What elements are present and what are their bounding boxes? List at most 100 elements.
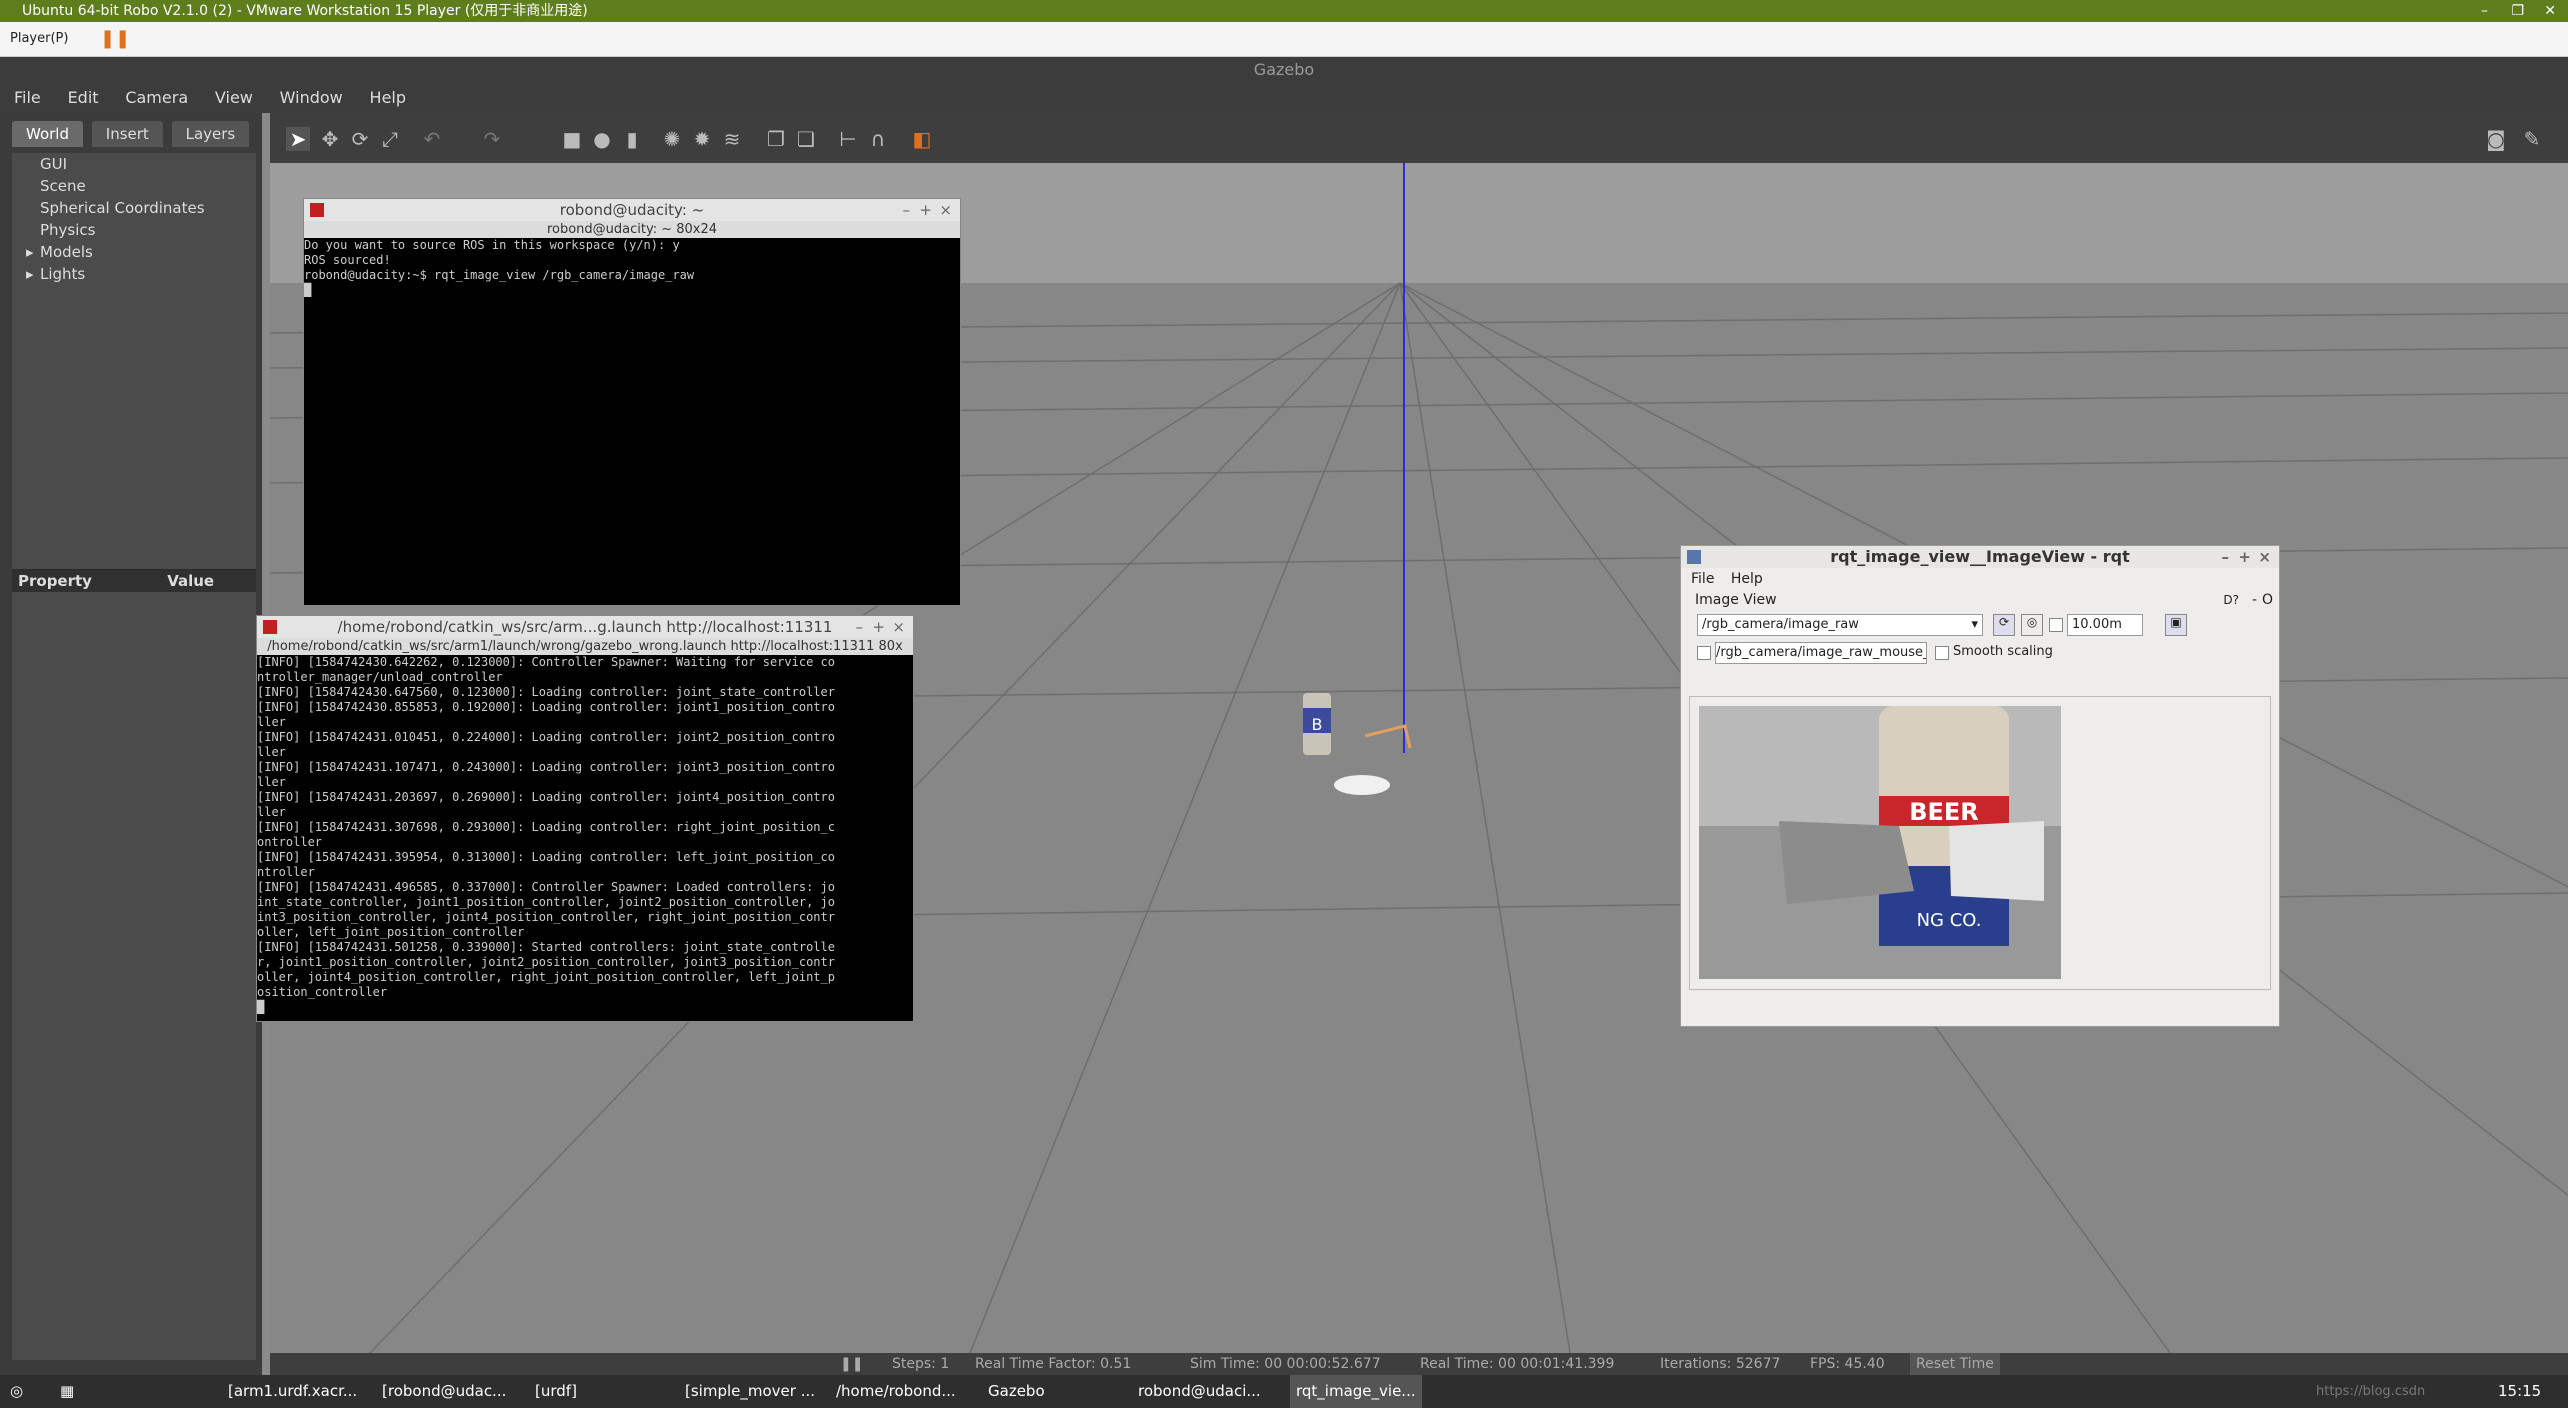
translate-tool-icon[interactable]: ✥ xyxy=(318,127,342,151)
terminal-cursor: █ xyxy=(257,1000,265,1014)
reset-time-button[interactable]: Reset Time xyxy=(1910,1353,2000,1375)
minimize-icon[interactable]: – xyxy=(856,616,864,638)
terminal-line: [INFO] [1584742431.203697, 0.269000]: Lo… xyxy=(257,790,835,804)
snap-icon[interactable]: ∩ xyxy=(866,127,890,151)
save-image-icon[interactable]: ▣ xyxy=(2165,614,2187,636)
rotate-tool-icon[interactable]: ⟳ xyxy=(348,127,372,151)
menu-help[interactable]: Help xyxy=(370,88,406,107)
directional-light-icon[interactable]: ≋ xyxy=(720,127,744,151)
terminal-line: ller xyxy=(257,745,286,759)
status-fps: FPS: 45.40 xyxy=(1810,1356,1885,1372)
timeout-checkbox[interactable] xyxy=(2049,618,2063,632)
minimize-icon[interactable]: – xyxy=(2222,546,2230,568)
select-tool-icon[interactable]: ➤ xyxy=(286,127,310,151)
mouse-publish-checkbox[interactable] xyxy=(1697,646,1711,660)
log-icon[interactable]: ✎ xyxy=(2520,127,2544,151)
paste-icon[interactable]: ❏ xyxy=(794,127,818,151)
taskbar-item[interactable]: [urdf] xyxy=(535,1375,577,1408)
taskbar-item[interactable]: Gazebo xyxy=(988,1375,1045,1408)
point-light-icon[interactable]: ✺ xyxy=(660,127,684,151)
smooth-scaling-checkbox[interactable] xyxy=(1935,646,1949,660)
minimize-icon[interactable]: - xyxy=(2252,590,2257,610)
taskbar-item[interactable]: [robond@udac... xyxy=(382,1375,506,1408)
tab-world[interactable]: World xyxy=(12,121,83,147)
tree-item-spherical[interactable]: Spherical Coordinates xyxy=(12,197,256,219)
undo-icon[interactable]: ↶ xyxy=(420,127,444,151)
close-icon[interactable]: × xyxy=(939,199,952,221)
minimize-icon[interactable]: – xyxy=(2481,0,2488,22)
sphere-shape-icon[interactable]: ● xyxy=(590,127,614,151)
tree-item-physics[interactable]: Physics xyxy=(12,219,256,241)
minimize-icon[interactable]: – xyxy=(903,199,911,221)
tree-item-lights[interactable]: ▸ Lights xyxy=(12,263,256,285)
align-icon[interactable]: ⊢ xyxy=(836,127,860,151)
screenshot-icon[interactable]: ◙ xyxy=(2484,127,2508,151)
menu-edit[interactable]: Edit xyxy=(68,88,99,107)
refresh-icon[interactable]: ⟳ xyxy=(1993,614,2015,636)
tab-insert[interactable]: Insert xyxy=(91,121,163,147)
tree-item-gui[interactable]: GUI xyxy=(12,153,256,175)
redo-icon[interactable]: ↷ xyxy=(480,127,504,151)
camera-render: BEER NG CO. xyxy=(1699,706,2061,979)
terminal-1-output[interactable]: Do you want to source ROS in this worksp… xyxy=(304,238,960,604)
gazebo-menubar: File Edit Camera View Window Help xyxy=(0,83,2568,113)
menu-camera[interactable]: Camera xyxy=(125,88,188,107)
taskbar: ◎ ▦ [arm1.urdf.xacr... [robond@udac... [… xyxy=(0,1375,2568,1408)
maximize-icon[interactable]: + xyxy=(2238,546,2251,568)
copy-icon[interactable]: ❐ xyxy=(764,127,788,151)
vmware-titlebar: Ubuntu 64-bit Robo V2.1.0 (2) - VMware W… xyxy=(0,0,2568,22)
menu-view[interactable]: View xyxy=(215,88,253,107)
terminal-2-titlebar: /home/robond/catkin_ws/src/arm...g.launc… xyxy=(257,616,913,638)
rqt-menu-file[interactable]: File xyxy=(1691,571,1714,587)
close-icon[interactable]: ✕ xyxy=(2544,0,2556,22)
cylinder-shape-icon[interactable]: ▮ xyxy=(620,127,644,151)
zoom-icon[interactable]: ◎ xyxy=(2021,614,2043,636)
scale-tool-icon[interactable]: ⤢ xyxy=(378,127,402,151)
mouse-topic-input[interactable]: /rgb_camera/image_raw_mouse_left xyxy=(1715,642,1927,664)
restore-icon[interactable]: ❐ xyxy=(2511,0,2524,22)
tab-layers[interactable]: Layers xyxy=(171,121,250,147)
terminal-icon xyxy=(263,620,277,634)
svg-text:B: B xyxy=(1312,715,1323,734)
camera-image[interactable]: BEER NG CO. xyxy=(1699,706,2061,979)
tree-item-scene[interactable]: Scene xyxy=(12,175,256,197)
box-shape-icon[interactable]: ■ xyxy=(560,127,584,151)
view-angle-icon[interactable]: ◧ xyxy=(910,127,934,151)
terminal-line: [INFO] [1584742430.647560, 0.123000]: Lo… xyxy=(257,685,835,699)
maximize-icon[interactable]: + xyxy=(919,199,932,221)
tree-item-models[interactable]: ▸ Models xyxy=(12,241,256,263)
spot-light-icon[interactable]: ✹ xyxy=(690,127,714,151)
taskbar-item[interactable]: [simple_mover ... xyxy=(685,1375,815,1408)
terminal-2-output[interactable]: [INFO] [1584742430.642262, 0.123000]: Co… xyxy=(257,655,913,1021)
close-icon[interactable]: × xyxy=(892,616,905,638)
taskbar-item[interactable]: robond@udaci... xyxy=(1138,1375,1261,1408)
rqt-menu-help[interactable]: Help xyxy=(1731,571,1763,587)
terminal-1-titlebar: robond@udacity: ~ – + × xyxy=(304,199,960,221)
terminal-line: r, joint1_position_controller, joint2_po… xyxy=(257,955,835,969)
terminal-1-title: robond@udacity: ~ xyxy=(559,201,705,219)
close-icon[interactable]: O xyxy=(2262,590,2273,610)
gazebo-titlebar: Gazebo xyxy=(0,57,2568,83)
taskbar-item-active[interactable]: rqt_image_vie... xyxy=(1290,1375,1422,1408)
timeout-input[interactable]: 10.00m xyxy=(2067,614,2143,636)
taskbar-item[interactable]: /home/robond... xyxy=(836,1375,956,1408)
menu-window[interactable]: Window xyxy=(280,88,343,107)
maximize-icon[interactable]: + xyxy=(872,616,885,638)
taskbar-launcher-icon[interactable]: ▦ xyxy=(60,1375,74,1408)
mouse-topic-value: /rgb_camera/image_raw_mouse_left xyxy=(1716,645,1927,660)
start-menu-icon[interactable]: ◎ xyxy=(10,1375,23,1408)
rqt-window: rqt_image_view__ImageView - rqt – + × Fi… xyxy=(1680,545,2280,1027)
tree-label-lights: Lights xyxy=(40,265,86,283)
pause-icon[interactable]: ❚❚ xyxy=(100,22,130,56)
taskbar-item[interactable]: [arm1.urdf.xacr... xyxy=(228,1375,357,1408)
topic-select[interactable]: /rgb_camera/image_raw ▾ xyxy=(1697,614,1983,636)
expand-icon[interactable]: ▸ xyxy=(26,243,34,261)
vmware-toolbar: Player(P) ❚❚ xyxy=(0,22,2568,57)
close-icon[interactable]: × xyxy=(2258,546,2271,568)
play-pause-icon[interactable]: ❚❚ xyxy=(840,1353,863,1375)
expand-icon[interactable]: ▸ xyxy=(26,265,34,283)
menu-file[interactable]: File xyxy=(14,88,41,107)
player-menu[interactable]: Player(P) xyxy=(10,22,68,56)
help-icon[interactable]: D? xyxy=(2223,590,2239,610)
watermark: https://blog.csdn xyxy=(2316,1384,2426,1399)
